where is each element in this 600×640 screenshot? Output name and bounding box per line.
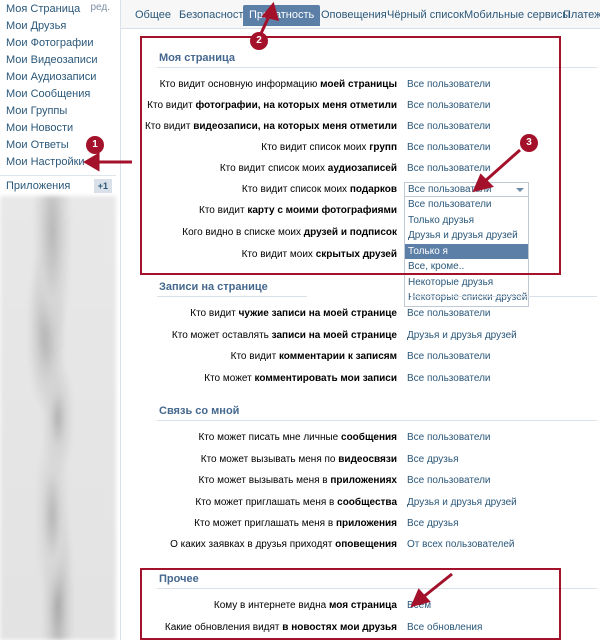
step-badge-1: 1 — [86, 136, 104, 154]
section-divider — [157, 420, 597, 421]
step-badge-3: 3 — [520, 134, 538, 152]
section-title-wall: Записи на странице — [159, 281, 268, 293]
section-divider — [157, 296, 307, 297]
setting-value[interactable]: От всех пользователей — [407, 539, 515, 550]
left-sidebar: Моя Страница ред. Мои Друзья Мои Фотогра… — [0, 0, 116, 640]
apps-count-badge: +1 — [93, 179, 112, 193]
tab-payments[interactable]: Платежи — [557, 5, 600, 26]
sidebar-item-videos[interactable]: Мои Видеозаписи — [0, 52, 116, 69]
sidebar-item-audio[interactable]: Мои Аудиозаписи — [0, 69, 116, 86]
setting-label: Кто может оставлять записи на моей стран… — [171, 330, 397, 341]
setting-value[interactable]: Все пользователи — [407, 373, 491, 384]
setting-value[interactable]: Все пользователи — [407, 432, 491, 443]
setting-label: О каких заявках в друзья приходят оповещ… — [170, 539, 397, 550]
sidebar-item-settings[interactable]: Мои Настройки — [0, 154, 116, 171]
highlight-box-my-page — [140, 36, 561, 275]
tab-general[interactable]: Общее — [129, 5, 177, 26]
setting-value[interactable]: Друзья и друзья друзей — [407, 497, 517, 508]
sidebar-item-messages[interactable]: Мои Сообщения — [0, 86, 116, 103]
sidebar-item-apps[interactable]: Приложения +1 — [0, 176, 116, 196]
setting-label: Кто видит чужие записи на моей странице — [190, 308, 397, 319]
sidebar-item-photos[interactable]: Мои Фотографии — [0, 35, 116, 52]
section-title-contact: Связь со мной — [159, 405, 240, 417]
setting-label: Кто может вызывать меня в приложениях — [198, 475, 397, 486]
setting-value[interactable]: Все друзья — [407, 454, 459, 465]
step-badge-2: 2 — [250, 32, 268, 50]
setting-label: Кто может приглашать меня в приложения — [194, 518, 397, 529]
dropdown-option[interactable]: Некоторые друзья — [405, 275, 528, 291]
setting-value[interactable]: Все пользователи — [407, 351, 491, 362]
blurred-ad-area — [0, 196, 116, 640]
edit-link[interactable]: ред. — [90, 2, 110, 13]
tab-privacy[interactable]: Приватность — [243, 5, 321, 26]
setting-label: Кто видит комментарии к записям — [230, 351, 397, 362]
setting-label: Кто может приглашать меня в сообщества — [195, 497, 397, 508]
sidebar-item-news[interactable]: Мои Новости — [0, 120, 116, 137]
section-divider — [411, 296, 597, 297]
sidebar-apps-label: Приложения — [6, 180, 71, 192]
setting-value[interactable]: Все пользователи — [407, 308, 491, 319]
setting-label: Кто может комментировать мои записи — [204, 373, 397, 384]
sidebar-item-friends[interactable]: Мои Друзья — [0, 18, 116, 35]
settings-tabs: Общее Безопасность Приватность Оповещени… — [121, 0, 600, 29]
setting-value[interactable]: Друзья и друзья друзей — [407, 330, 517, 341]
sidebar-item-groups[interactable]: Мои Группы — [0, 103, 116, 120]
setting-label: Кто может писать мне личные сообщения — [198, 432, 397, 443]
tab-blacklist[interactable]: Чёрный список — [381, 5, 470, 26]
setting-label: Кто может вызывать меня по видеосвязи — [200, 454, 397, 465]
setting-value[interactable]: Все пользователи — [407, 475, 491, 486]
setting-value[interactable]: Все друзья — [407, 518, 459, 529]
dropdown-option[interactable]: Некоторые списки друзей — [405, 290, 528, 306]
highlight-box-other — [140, 568, 561, 640]
